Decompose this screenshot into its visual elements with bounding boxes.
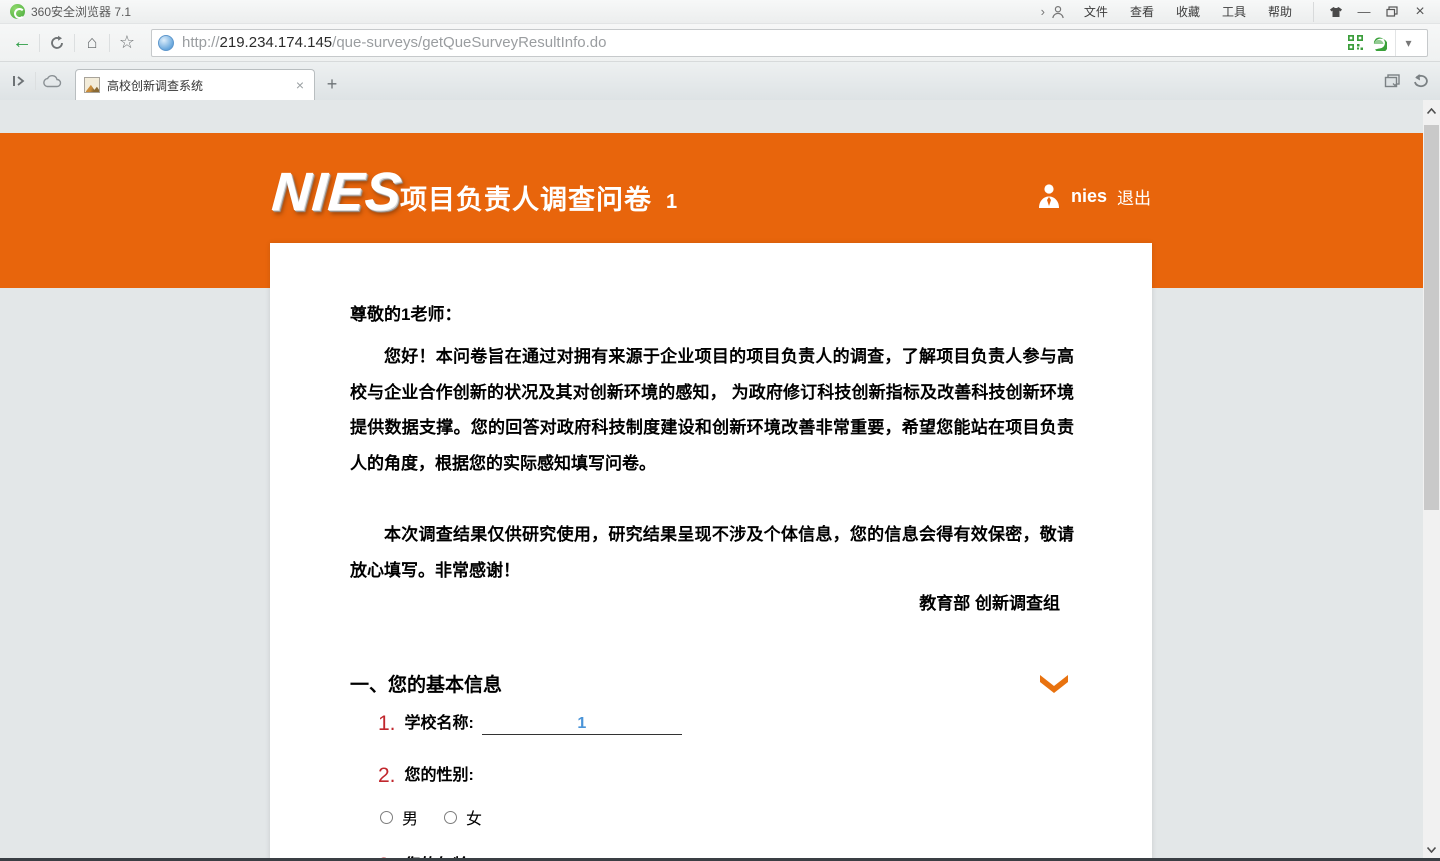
theme-skin-icon[interactable] [1322,2,1350,22]
logout-link[interactable]: 退出 [1117,184,1151,209]
account-icon[interactable] [1051,5,1065,19]
divider [39,34,40,52]
gender-female-label[interactable]: 女 [466,805,482,829]
qr-code-icon[interactable] [1348,35,1363,50]
gender-male-label[interactable]: 男 [402,805,418,829]
address-bar: ← ⌂ ☆ http://219.234.174.145/que-surveys… [0,24,1440,62]
browser-360-logo-icon [10,4,25,19]
page-scrollbar[interactable] [1423,100,1440,861]
tab-active[interactable]: 高校创新调查系统 × [75,69,315,100]
school-name-input[interactable] [482,713,682,735]
question-list: 1. 学校名称: 2. 您的性别: 男 女 3. 您的年龄: [378,713,1074,861]
title-bar: 360安全浏览器 7.1 › 文件 查看 收藏 工具 帮助 — × [0,0,1440,24]
tab-favicon-icon [84,77,100,93]
menu-tools[interactable]: 工具 [1211,1,1257,22]
divider [74,34,75,52]
question-number: 1. [378,713,396,735]
letter-paragraph-2: 本次调查结果仅供研究使用，研究结果呈现不涉及个体信息，您的信息会得有效保密，敬请… [350,517,1074,588]
url-field[interactable]: http://219.234.174.145/que-surveys/getQu… [151,29,1428,57]
tab-close-icon[interactable]: × [294,77,306,93]
scrollbar-thumb[interactable] [1424,125,1439,510]
window-title: 360安全浏览器 7.1 [31,3,131,20]
scrollbar-up-icon[interactable] [1423,102,1440,120]
question-number: 2. [378,765,396,787]
tab-bar: 高校创新调查系统 × + [0,62,1440,100]
username: nies [1071,186,1107,207]
url-host: 219.234.174.145 [220,34,333,51]
menu-collapse-chevron-icon[interactable]: › [1037,4,1049,19]
survey-title-text: 项目负责人调查问卷 [400,185,652,215]
nies-logo: NIES [270,161,404,223]
section-title: 一、您的基本信息 [350,670,502,697]
back-button[interactable]: ← [6,29,38,57]
menu-favorites[interactable]: 收藏 [1165,1,1211,22]
gender-female-radio[interactable] [444,811,457,824]
survey-title-number: 1 [666,191,678,213]
close-window-button[interactable]: × [1406,2,1434,22]
tab-title: 高校创新调查系统 [107,77,294,94]
url-text[interactable]: http://219.234.174.145/que-surveys/getQu… [182,34,606,51]
question-label: 您的性别: [405,765,474,787]
minimize-button[interactable]: — [1350,2,1378,22]
letter-signature: 教育部 创新调查组 [350,590,1074,618]
section-basic-info-header: 一、您的基本信息 [350,670,1074,697]
menu-help[interactable]: 帮助 [1257,1,1303,22]
page-viewport: NIES 项目负责人调查问卷 1 nies 退出 尊敬的1老师： 您好！本问卷旨在… [0,100,1440,861]
letter-paragraph-1: 您好！本问卷旨在通过对拥有来源于企业项目的项目负责人的调查，了解项目负责人参与高… [350,339,1074,481]
sidebar-toggle-icon[interactable] [4,67,34,95]
home-button[interactable]: ⌂ [76,29,108,57]
cloud-sync-icon[interactable] [37,67,67,95]
url-dropdown-button[interactable]: ▾ [1395,30,1421,56]
url-scheme: http:// [182,34,220,51]
letter-salutation: 尊敬的1老师： [350,301,1074,329]
tab-list-icon[interactable] [1384,73,1402,89]
url-path: /que-surveys/getQueSurveyResultInfo.do [332,34,606,51]
section-collapse-chevron-icon[interactable] [1038,672,1070,696]
gender-male-radio[interactable] [380,811,393,824]
restore-window-button[interactable] [1378,2,1406,22]
browser-window: 360安全浏览器 7.1 › 文件 查看 收藏 工具 帮助 — × [0,0,1440,861]
question-gender: 2. 您的性别: [378,765,1074,787]
site-globe-icon [158,35,174,51]
refresh-button[interactable] [41,29,73,57]
divider [35,72,36,90]
new-tab-button[interactable]: + [317,71,347,97]
speed-mode-icon[interactable] [1371,35,1387,51]
scrollbar-down-icon[interactable] [1423,841,1440,859]
question-school-name: 1. 学校名称: [378,713,1074,735]
user-avatar-icon [1037,183,1061,209]
favorite-star-button[interactable]: ☆ [111,29,143,57]
menu-view[interactable]: 查看 [1119,1,1165,22]
question-label: 学校名称: [405,713,474,735]
menu-file[interactable]: 文件 [1073,1,1119,22]
reopen-closed-tab-icon[interactable] [1412,73,1430,89]
survey-card: 尊敬的1老师： 您好！本问卷旨在通过对拥有来源于企业项目的项目负责人的调查，了解… [270,243,1152,861]
divider [109,34,110,52]
refresh-icon [49,35,65,51]
back-arrow-icon: ← [12,31,32,54]
survey-title: 项目负责人调查问卷 1 [400,178,678,217]
gender-options: 男 女 [380,805,1074,829]
